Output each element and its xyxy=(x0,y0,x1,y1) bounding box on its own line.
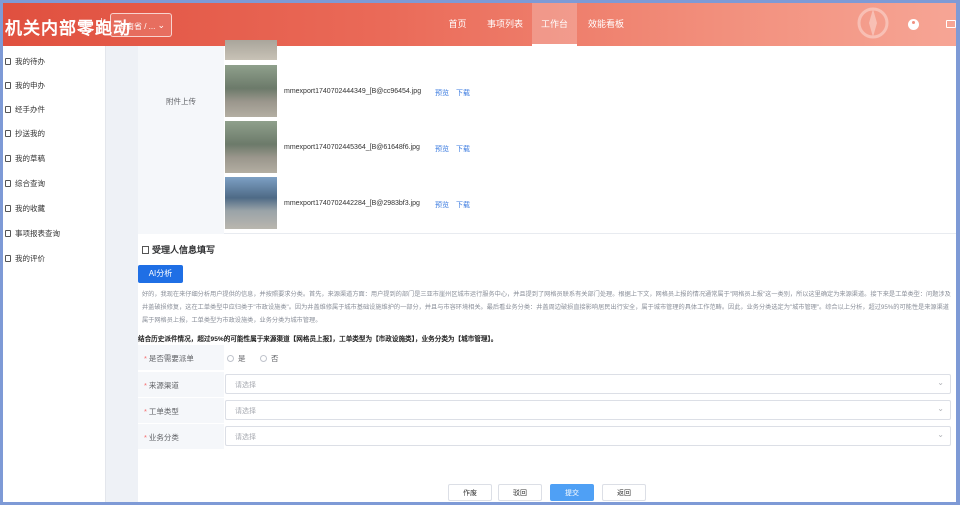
nav-workbench[interactable]: 工作台 xyxy=(532,3,577,46)
sidebar-item-query[interactable]: 综合查询 xyxy=(3,176,103,192)
sidebar-item-my-applications[interactable]: 我的申办 xyxy=(3,78,103,94)
logo-divider xyxy=(101,18,102,32)
handled-icon xyxy=(5,106,11,113)
sidebar-item-todo[interactable]: 我的待办 xyxy=(3,54,103,70)
header-decoration-icon xyxy=(857,7,889,39)
top-header: 机关内部零跑动 海南省 / ... ⌄ 首页 事项列表 工作台 效能看板 xyxy=(3,3,956,46)
download-link[interactable]: 下载 xyxy=(456,88,470,98)
form-row-ticket-type: * 工单类型 请选择 ⌄ xyxy=(138,398,956,424)
attachment-thumbnail[interactable] xyxy=(225,121,277,173)
nav-dashboard[interactable]: 效能看板 xyxy=(582,3,630,46)
radio-circle-icon xyxy=(227,355,234,362)
chevron-down-icon: ⌄ xyxy=(937,430,944,439)
form-row-business-category: * 业务分类 请选择 ⌄ xyxy=(138,424,956,450)
void-button[interactable]: 作废 xyxy=(448,484,492,501)
nav-item-list[interactable]: 事项列表 xyxy=(481,3,529,46)
field-label: * 业务分类 xyxy=(138,424,224,449)
chevron-down-icon: ⌄ xyxy=(937,404,944,413)
preview-link[interactable]: 预览 xyxy=(435,88,449,98)
sidebar-item-report-query[interactable]: 事项报表查询 xyxy=(3,226,103,242)
nav-home[interactable]: 首页 xyxy=(440,3,475,46)
chevron-down-icon: ⌄ xyxy=(937,378,944,387)
field-label: * 来源渠道 xyxy=(138,372,224,397)
business-category-select[interactable]: 请选择 ⌄ xyxy=(225,426,951,446)
section-title: 受理人信息填写 xyxy=(142,243,215,256)
reject-button[interactable]: 驳回 xyxy=(498,484,542,501)
user-icon[interactable] xyxy=(908,19,919,30)
footer-action-bar: 作废 驳回 提交 返回 xyxy=(138,482,956,502)
mail-icon[interactable] xyxy=(946,20,956,28)
source-channel-select[interactable]: 请选择 ⌄ xyxy=(225,374,951,394)
todo-icon xyxy=(5,58,11,65)
cc-icon xyxy=(5,130,11,137)
attachment-thumbnail[interactable] xyxy=(225,65,277,117)
ai-summary: 结合历史派件情况，超过95%的可能性属于来源渠道【网格员上报】，工单类型为【市政… xyxy=(138,336,498,343)
ai-analysis-text: 好的，我现在来仔细分析用户提供的信息，并按照要求分类。首先，来源渠道方面：用户提… xyxy=(142,291,951,324)
ticket-type-select[interactable]: 请选择 ⌄ xyxy=(225,400,951,420)
chevron-down-icon: ⌄ xyxy=(157,20,165,30)
ai-analysis-button[interactable]: AI分析 xyxy=(138,265,183,283)
attachment-thumbnail[interactable] xyxy=(225,177,277,229)
attachment-filename: mmexport1740702444349_[B@cc96454.jpg xyxy=(284,88,422,95)
sidebar-item-evaluations[interactable]: 我的评价 xyxy=(3,251,103,267)
radio-circle-icon xyxy=(260,355,267,362)
radio-no[interactable]: 否 xyxy=(260,353,279,364)
query-icon xyxy=(5,180,11,187)
app-window: 机关内部零跑动 海南省 / ... ⌄ 首页 事项列表 工作台 效能看板 我的待… xyxy=(0,0,960,505)
main-content: 附件上传 mmexport1740702444349_[B@cc96454.jp… xyxy=(138,40,956,502)
download-link[interactable]: 下载 xyxy=(456,144,470,154)
field-label: * 工单类型 xyxy=(138,398,224,423)
sidebar-item-handled[interactable]: 经手办件 xyxy=(3,102,103,118)
field-label: * 是否需要派单 xyxy=(138,345,224,370)
document-icon xyxy=(142,246,149,254)
report-icon xyxy=(5,230,11,237)
draft-icon xyxy=(5,155,11,162)
attachment-filename: mmexport1740702442284_[B@2983bf3.jpg xyxy=(284,200,420,207)
form-row-source-channel: * 来源渠道 请选择 ⌄ xyxy=(138,372,956,398)
region-select-value: 海南省 / ... xyxy=(118,22,156,31)
attachment-label: 附件上传 xyxy=(138,46,224,234)
region-select[interactable]: 海南省 / ... ⌄ xyxy=(110,13,172,37)
sidebar-item-drafts[interactable]: 我的草稿 xyxy=(3,151,103,167)
favorite-icon xyxy=(5,205,11,212)
sidebar-item-cc[interactable]: 抄送我的 xyxy=(3,126,103,142)
download-link[interactable]: 下载 xyxy=(456,200,470,210)
evaluation-icon xyxy=(5,255,11,262)
attachment-thumbnail[interactable] xyxy=(225,40,277,60)
attachment-filename: mmexport1740702445364_[B@61648f6.jpg xyxy=(284,144,420,151)
preview-link[interactable]: 预览 xyxy=(435,200,449,210)
preview-link[interactable]: 预览 xyxy=(435,144,449,154)
radio-yes[interactable]: 是 xyxy=(227,353,246,364)
sidebar-item-favorites[interactable]: 我的收藏 xyxy=(3,201,103,217)
attachment-row: 附件上传 mmexport1740702444349_[B@cc96454.jp… xyxy=(138,40,956,234)
back-button[interactable]: 返回 xyxy=(602,484,646,501)
form-row-dispatch: * 是否需要派单 是 否 xyxy=(138,345,956,371)
application-icon xyxy=(5,82,11,89)
submit-button[interactable]: 提交 xyxy=(550,484,594,501)
sidebar: 我的待办 我的申办 经手办件 抄送我的 我的草稿 综合查询 我的收藏 事项报表查… xyxy=(3,46,106,502)
